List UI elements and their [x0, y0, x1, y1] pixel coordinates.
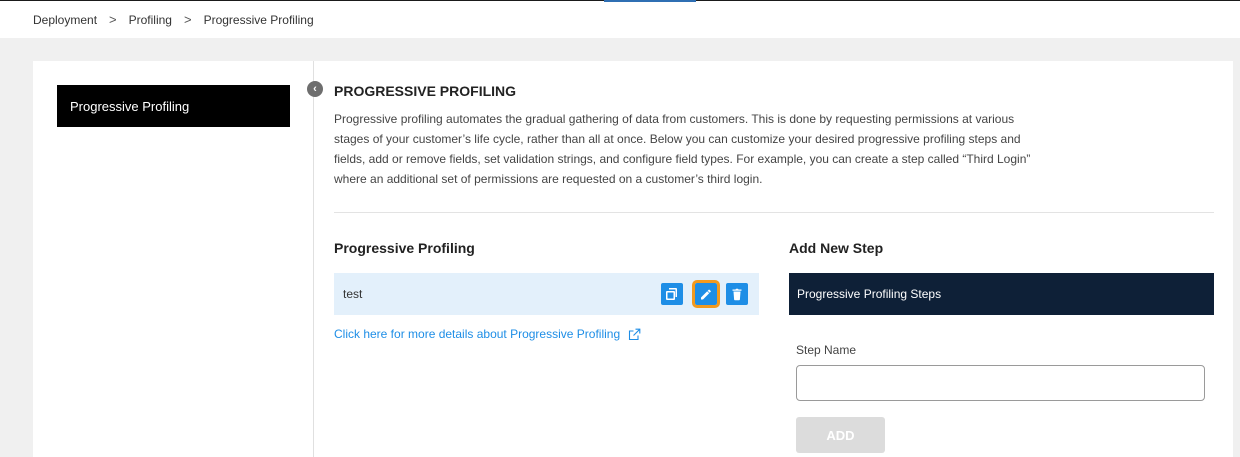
chevron-left-icon[interactable]: ‹ [307, 81, 323, 97]
edit-icon[interactable] [692, 280, 720, 308]
breadcrumb-item-profiling[interactable]: Profiling [129, 13, 172, 27]
divider [334, 212, 1214, 213]
sidebar-item-progressive-profiling[interactable]: Progressive Profiling [57, 85, 290, 127]
breadcrumb-separator: > [183, 12, 192, 27]
steps-header: Progressive Profiling Steps [789, 273, 1214, 315]
details-link-text[interactable]: Click here for more details about Progre… [334, 327, 620, 341]
breadcrumb-separator: > [109, 12, 117, 27]
step-name-input[interactable] [796, 365, 1205, 401]
breadcrumb-item-deployment[interactable]: Deployment [33, 13, 97, 27]
external-link-icon [629, 328, 641, 340]
step-name: test [343, 287, 363, 301]
page-description: Progressive profiling automates the grad… [334, 112, 1031, 186]
list-section-title: Progressive Profiling [334, 240, 475, 256]
copy-icon[interactable] [661, 283, 683, 305]
top-accent-bar [604, 0, 696, 2]
top-bar: Deployment > Profiling > Progressive Pro… [0, 0, 1240, 38]
page-title: PROGRESSIVE PROFILING [334, 83, 517, 99]
sidebar-item-label: Progressive Profiling [70, 98, 190, 114]
breadcrumb: Deployment > Profiling > Progressive Pro… [33, 12, 314, 27]
breadcrumb-item-current: Progressive Profiling [203, 12, 314, 27]
add-button[interactable]: ADD [796, 417, 885, 453]
content-panel: Progressive Profiling ‹ PROGRESSIVE PROF… [33, 61, 1233, 457]
step-name-label: Step Name [796, 343, 857, 357]
list-item[interactable]: test [334, 273, 759, 315]
add-section-title: Add New Step [789, 240, 884, 256]
sidebar: Progressive Profiling [33, 61, 314, 457]
steps-header-label: Progressive Profiling Steps [797, 287, 942, 301]
delete-icon[interactable] [726, 283, 748, 305]
details-link[interactable]: Click here for more details about Progre… [334, 327, 641, 341]
